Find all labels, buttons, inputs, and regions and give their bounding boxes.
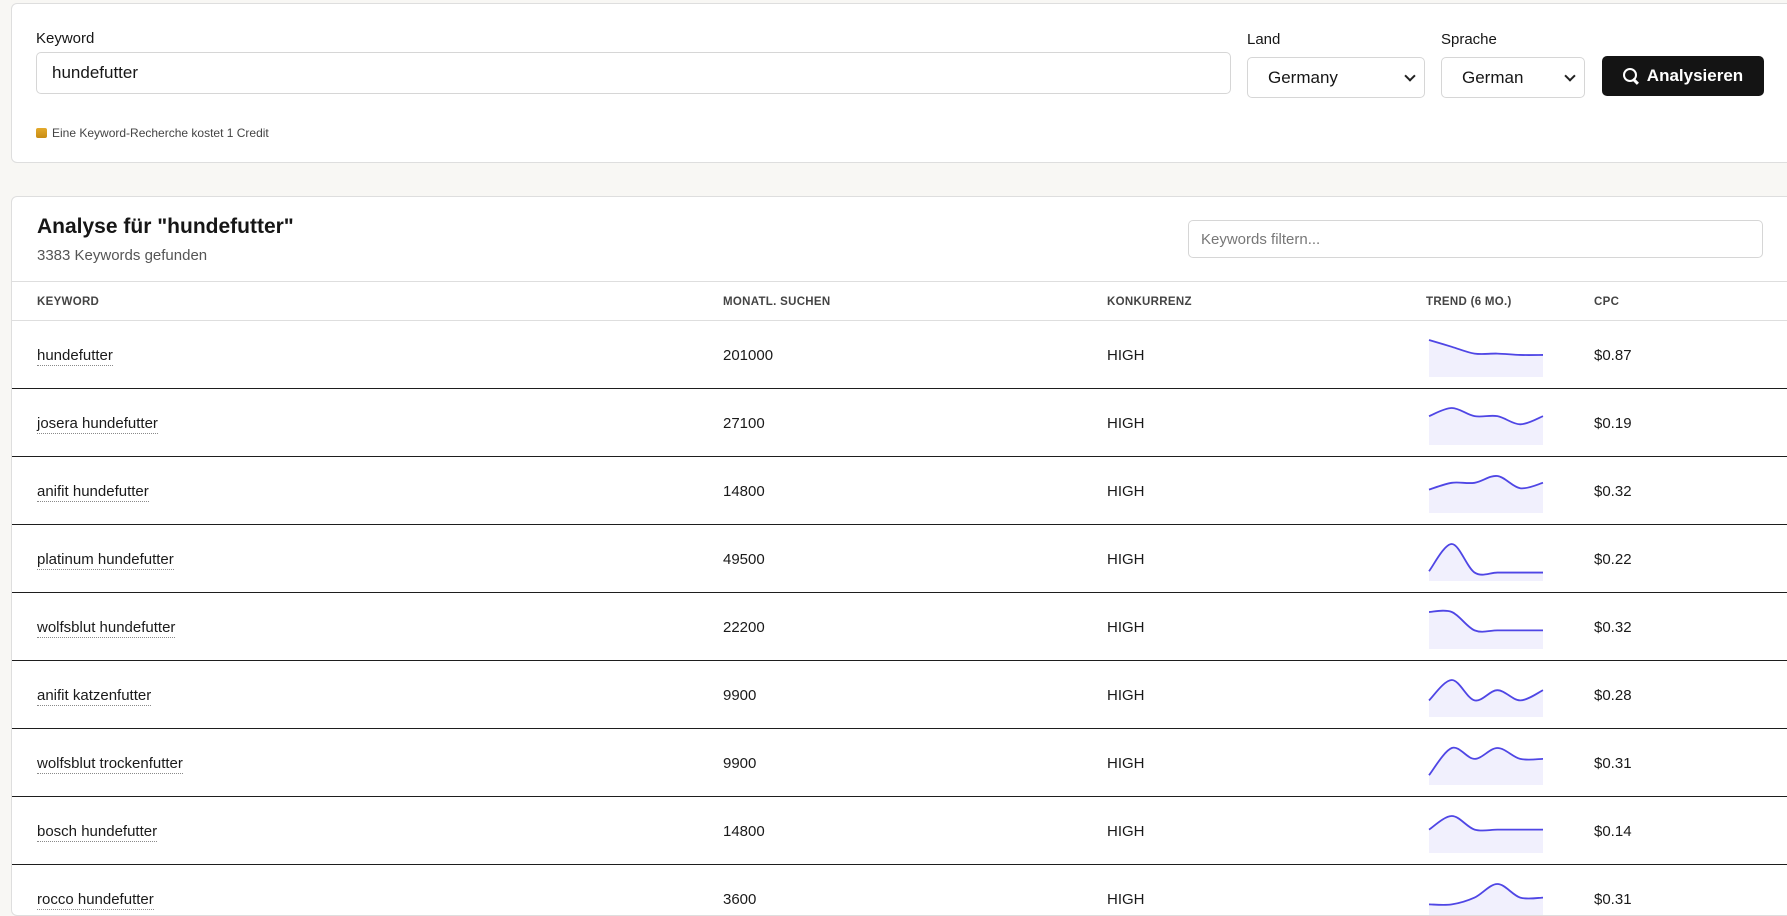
keyword-cell: wolfsblut trockenfutter: [37, 755, 183, 774]
trend-sparkline: [1428, 609, 1543, 649]
trend-sparkline: [1428, 815, 1543, 853]
column-header-keyword[interactable]: KEYWORD: [37, 296, 99, 308]
country-select[interactable]: Germany: [1247, 57, 1425, 98]
keyword-filter-input[interactable]: [1188, 220, 1763, 258]
results-panel: Analyse für "hundefutter" 3383 Keywords …: [11, 196, 1787, 916]
keyword-cell: anifit katzenfutter: [37, 687, 152, 706]
keyword-label: Keyword: [36, 30, 95, 47]
column-header-cpc[interactable]: CPC: [1594, 296, 1619, 308]
searches-cell: 9900: [723, 687, 757, 704]
column-header-competition[interactable]: KONKURRENZ: [1107, 296, 1192, 308]
credit-note: Eine Keyword-Recherche kostet 1 Credit: [36, 126, 269, 140]
keyword-cell: hundefutter: [37, 347, 113, 366]
keyword-link[interactable]: rocco hundefutter: [37, 891, 154, 910]
competition-cell: HIGH: [1107, 687, 1145, 704]
analyze-button-label: Analysieren: [1646, 66, 1744, 85]
competition-cell: HIGH: [1107, 619, 1145, 636]
table-row[interactable]: anifit katzenfutter 9900 HIGH $0.28: [12, 661, 1787, 729]
search-panel: Keyword Land Germany Sprache German Anal…: [11, 3, 1787, 163]
trend-sparkline: [1428, 679, 1544, 717]
country-select-value: Germany: [1268, 68, 1338, 87]
keyword-cell: anifit hundefutter: [37, 483, 149, 502]
competition-cell: HIGH: [1107, 823, 1145, 840]
trend-sparkline: [1428, 883, 1544, 915]
table-row[interactable]: platinum hundefutter 49500 HIGH $0.22: [12, 525, 1787, 593]
table-row[interactable]: wolfsblut trockenfutter 9900 HIGH $0.31: [12, 729, 1787, 797]
table-row[interactable]: anifit hundefutter 14800 HIGH $0.32: [12, 457, 1787, 525]
trend-sparkline: [1428, 543, 1543, 581]
language-label: Sprache: [1441, 31, 1497, 48]
sparkline-area: [1429, 408, 1543, 445]
keyword-link[interactable]: anifit katzenfutter: [37, 687, 152, 706]
keyword-link[interactable]: hundefutter: [37, 347, 113, 366]
cpc-cell: $0.32: [1594, 483, 1632, 500]
competition-cell: HIGH: [1107, 551, 1145, 568]
keyword-link[interactable]: platinum hundefutter: [37, 551, 174, 570]
credit-note-text: Eine Keyword-Recherche kostet 1 Credit: [52, 126, 269, 140]
keyword-link[interactable]: josera hundefutter: [37, 415, 158, 434]
competition-cell: HIGH: [1107, 755, 1145, 772]
sparkline-area: [1429, 475, 1543, 513]
cpc-cell: $0.87: [1594, 347, 1632, 364]
table-row[interactable]: josera hundefutter 27100 HIGH $0.19: [12, 389, 1787, 457]
table-header: KEYWORD MONATL. SUCHEN KONKURRENZ TREND …: [12, 281, 1787, 321]
cpc-cell: $0.32: [1594, 619, 1632, 636]
chevron-down-icon: [1404, 70, 1416, 82]
competition-cell: HIGH: [1107, 483, 1145, 500]
trend-sparkline: [1428, 746, 1544, 785]
trend-sparkline: [1428, 339, 1544, 377]
chevron-down-icon: [1564, 70, 1576, 82]
results-title: Analyse für "hundefutter": [37, 215, 294, 238]
searches-cell: 14800: [723, 823, 765, 840]
table-row[interactable]: bosch hundefutter 14800 HIGH $0.14: [12, 797, 1787, 865]
searches-cell: 14800: [723, 483, 765, 500]
cpc-cell: $0.28: [1594, 687, 1632, 704]
column-header-trend: TREND (6 MO.): [1426, 296, 1512, 308]
search-icon: [1622, 68, 1639, 84]
competition-cell: HIGH: [1107, 347, 1145, 364]
cpc-cell: $0.19: [1594, 415, 1632, 432]
searches-cell: 9900: [723, 755, 757, 772]
country-label: Land: [1247, 31, 1281, 48]
keyword-cell: bosch hundefutter: [37, 823, 158, 842]
results-count: 3383 Keywords gefunden: [37, 247, 208, 264]
keyword-input[interactable]: [36, 52, 1231, 94]
keyword-link[interactable]: wolfsblut hundefutter: [37, 619, 176, 638]
language-select[interactable]: German: [1441, 57, 1585, 98]
cpc-cell: $0.31: [1594, 755, 1632, 772]
competition-cell: HIGH: [1107, 415, 1145, 432]
searches-cell: 27100: [723, 415, 765, 432]
table-row[interactable]: hundefutter 201000 HIGH $0.87: [12, 321, 1787, 389]
keyword-table-body: hundefutter 201000 HIGH $0.87 josera hundefu…: [12, 321, 1787, 915]
sparkline-area: [1429, 816, 1543, 853]
searches-cell: 49500: [723, 551, 765, 568]
sparkline-area: [1429, 543, 1543, 581]
analyze-button[interactable]: Analysieren: [1602, 56, 1764, 96]
searches-cell: 22200: [723, 619, 765, 636]
cpc-cell: $0.22: [1594, 551, 1632, 568]
language-select-value: German: [1462, 68, 1524, 87]
cpc-cell: $0.14: [1594, 823, 1632, 840]
trend-sparkline: [1428, 407, 1544, 445]
keyword-link[interactable]: bosch hundefutter: [37, 823, 158, 842]
coin-icon: [36, 128, 47, 138]
keyword-cell: josera hundefutter: [37, 415, 158, 434]
table-row[interactable]: wolfsblut hundefutter 22200 HIGH $0.32: [12, 593, 1787, 661]
column-header-searches[interactable]: MONATL. SUCHEN: [723, 296, 830, 308]
keyword-link[interactable]: wolfsblut trockenfutter: [37, 755, 183, 774]
keyword-cell: platinum hundefutter: [37, 551, 174, 570]
keyword-link[interactable]: anifit hundefutter: [37, 483, 149, 502]
trend-sparkline: [1428, 475, 1544, 513]
searches-cell: 201000: [723, 347, 774, 364]
table-row[interactable]: rocco hundefutter 3600 HIGH $0.31: [12, 865, 1787, 915]
keyword-cell: wolfsblut hundefutter: [37, 619, 176, 638]
